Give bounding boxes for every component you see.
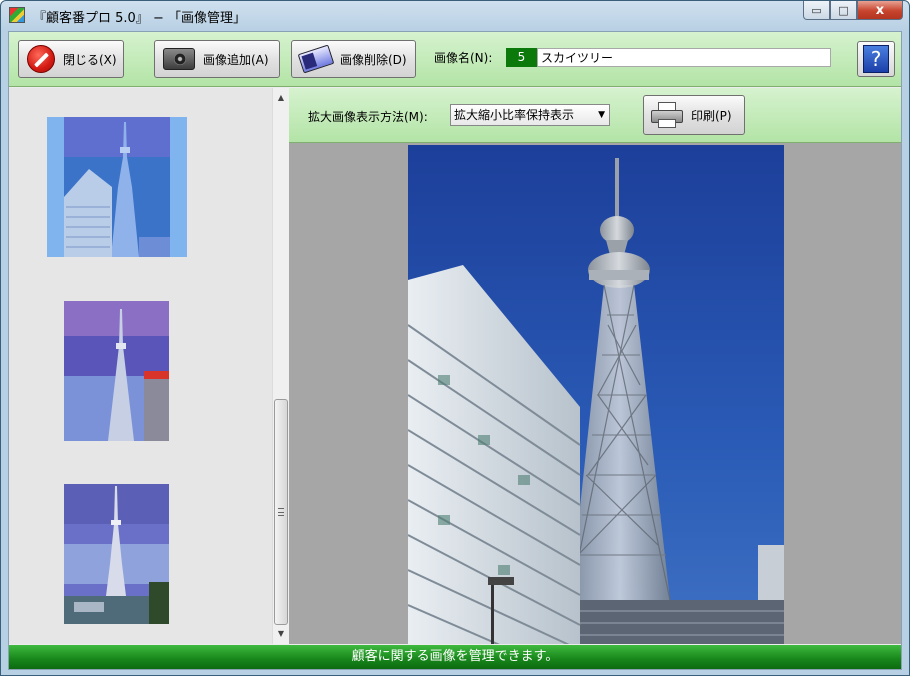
camera-icon — [163, 48, 195, 70]
scroll-down-arrow-icon[interactable]: ▼ — [273, 626, 289, 642]
close-icon: x — [875, 2, 885, 18]
image-name-label: 画像名(N): — [434, 51, 493, 65]
display-method-value: 拡大縮小比率保持表示 — [454, 108, 575, 122]
image-viewer: 拡大画像表示方法(M): 拡大縮小比率保持表示 ▼ 印刷(P) — [289, 88, 901, 644]
window-controls: ▭ □ x — [803, 1, 903, 21]
enlarged-image — [408, 145, 784, 644]
help-button[interactable]: ? — [857, 41, 895, 77]
add-image-button[interactable]: 画像追加(A) — [154, 40, 280, 78]
thumbnail-1[interactable] — [64, 117, 170, 257]
close-window-button[interactable]: x — [857, 1, 903, 20]
app-icon — [9, 7, 25, 23]
main-toolbar: 閉じる(X) 画像追加(A) 画像削除(D) 画像名(N): 5 ? — [9, 32, 901, 87]
skytree-thumbnail-image — [64, 484, 169, 624]
printer-icon — [651, 102, 683, 128]
print-button[interactable]: 印刷(P) — [643, 95, 745, 135]
thumbnail-scrollbar[interactable]: ▲ ▼ — [272, 88, 289, 644]
display-method-label: 拡大画像表示方法(M): — [308, 110, 428, 124]
delete-image-button[interactable]: 画像削除(D) — [291, 40, 416, 78]
image-name-input[interactable] — [537, 48, 831, 67]
chevron-down-icon: ▼ — [598, 110, 605, 120]
status-bar: 顧客に関する画像を管理できます。 — [9, 645, 901, 669]
maximize-button[interactable]: □ — [830, 1, 857, 20]
scroll-grip-icon — [278, 508, 284, 516]
scroll-thumb[interactable] — [274, 399, 288, 625]
app-window: 『顧客番プロ 5.0』 − 「画像管理」 ▭ □ x 閉じる(X) 画像追加(A… — [0, 0, 910, 676]
title-bar: 『顧客番プロ 5.0』 − 「画像管理」 ▭ □ x — [1, 1, 909, 29]
skytree-thumbnail-image — [64, 301, 169, 441]
thumbnail-2[interactable] — [64, 301, 169, 441]
minimize-icon: ▭ — [811, 3, 822, 17]
maximize-icon: □ — [838, 3, 849, 17]
image-number-badge: 5 — [506, 48, 537, 67]
thumbnail-3[interactable] — [64, 484, 169, 624]
close-button[interactable]: 閉じる(X) — [18, 40, 124, 78]
close-button-label: 閉じる(X) — [63, 52, 117, 67]
no-entry-icon — [27, 45, 55, 73]
skytree-thumbnail-image — [64, 117, 170, 257]
display-method-select[interactable]: 拡大縮小比率保持表示 ▼ — [450, 104, 610, 126]
add-image-label: 画像追加(A) — [203, 52, 269, 67]
viewer-toolbar: 拡大画像表示方法(M): 拡大縮小比率保持表示 ▼ 印刷(P) — [289, 88, 901, 143]
help-icon: ? — [863, 45, 889, 73]
skytree-photo — [408, 145, 784, 644]
scroll-up-arrow-icon[interactable]: ▲ — [273, 90, 289, 106]
print-label: 印刷(P) — [691, 108, 732, 123]
minimize-button[interactable]: ▭ — [803, 1, 830, 20]
thumbnail-list — [9, 88, 272, 644]
window-title: 『顧客番プロ 5.0』 − 「画像管理」 — [33, 11, 246, 26]
eraser-icon — [297, 44, 335, 74]
delete-image-label: 画像削除(D) — [340, 52, 407, 67]
client-area: 閉じる(X) 画像追加(A) 画像削除(D) 画像名(N): 5 ? — [8, 31, 902, 670]
